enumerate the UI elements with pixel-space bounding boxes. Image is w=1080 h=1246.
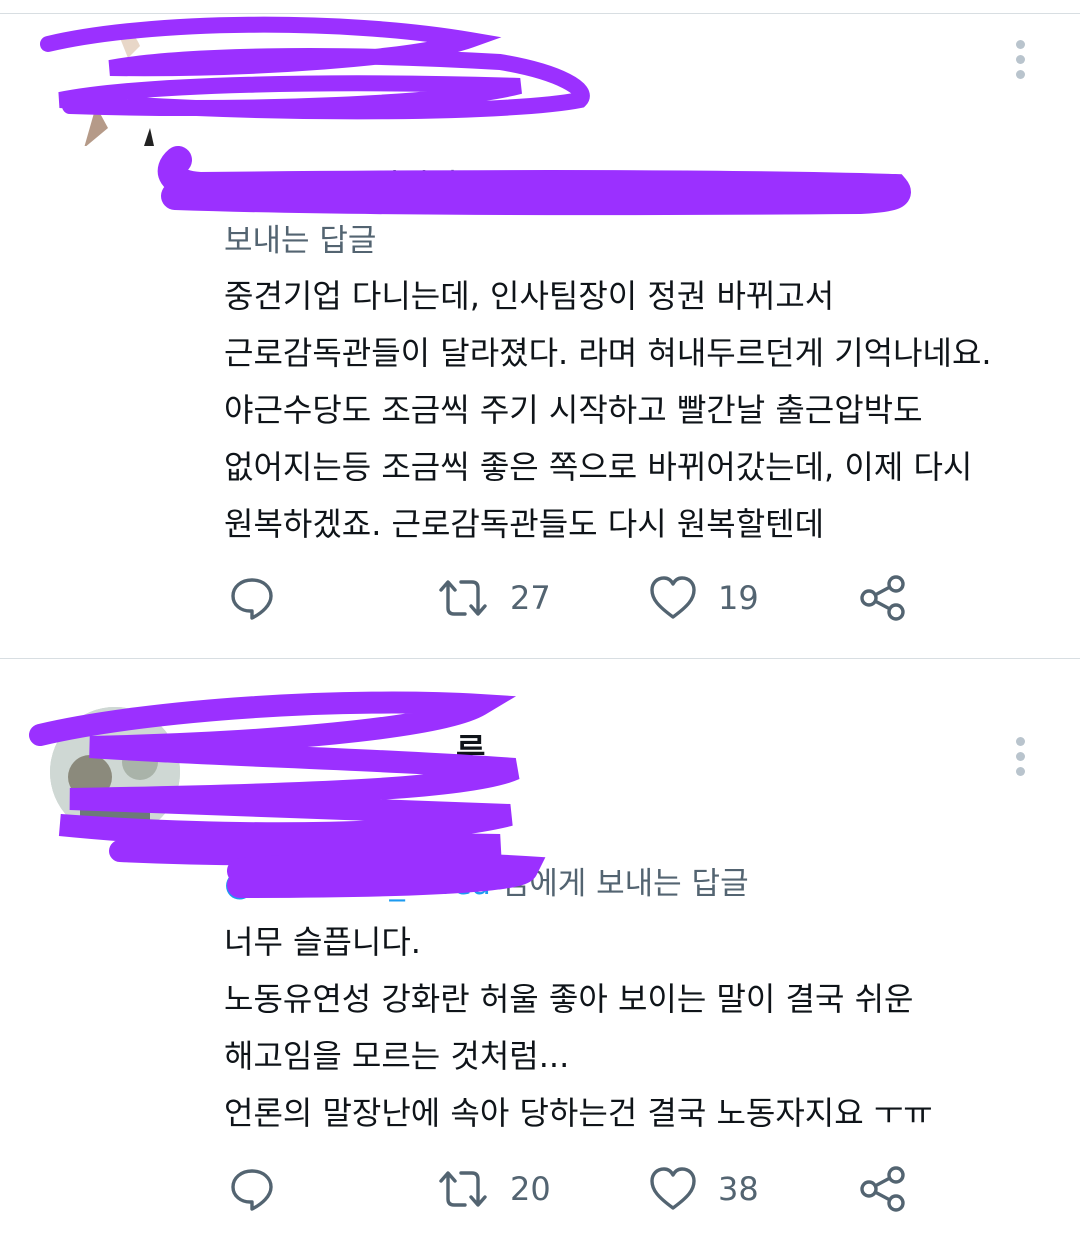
share-icon: [860, 575, 905, 621]
share-icon: [860, 1166, 905, 1212]
tweet-actions: 27 19: [224, 573, 924, 623]
avatar[interactable]: [50, 707, 180, 837]
more-vertical-icon: [1015, 40, 1025, 49]
like-button[interactable]: 19: [648, 573, 759, 623]
retweet-button[interactable]: 27: [436, 573, 551, 623]
tweet-line: 해고임을 모르는 것처럼...: [224, 1037, 570, 1075]
share-button[interactable]: [858, 573, 908, 623]
like-button[interactable]: 38: [648, 1164, 759, 1214]
share-button[interactable]: [858, 1164, 908, 1214]
tweet-text: 너무 슬픕니다. 노동유연성 강화란 허울 좋아 보이는 말이 결국 쉬운 해고…: [224, 914, 933, 1142]
tweet-line: 원복하겠죠. 근로감독관들도 다시 원복할텐데: [224, 505, 825, 543]
replying-to-line2: 보내는 답글: [224, 223, 377, 259]
heart-icon: [650, 1167, 696, 1210]
tweet-line: 근로감독관들이 달라졌다. 라며 혀내두르던게 기억나네요.: [224, 334, 992, 372]
replying-to: @l. ... ne 님에게: [224, 158, 457, 214]
tweet-line: 언론의 말장난에 속아 당하는건 결국 노동자지요 ㅜㅠ: [224, 1094, 933, 1132]
more-options-button[interactable]: [1008, 40, 1032, 84]
tweet-text: 중견기업 다니는데, 인사팀장이 정권 바뀌고서 근로감독관들이 달라졌다. 라…: [224, 268, 992, 553]
reply-button[interactable]: [228, 1164, 276, 1214]
retweet-count: 27: [510, 579, 551, 617]
tweet-actions: 20 38: [224, 1164, 924, 1214]
like-count: 19: [718, 579, 759, 617]
retweet-icon: [439, 1171, 487, 1207]
replying-to: @laborneil_korea 님에게 보내는 답글: [224, 856, 749, 912]
tweet-line: 너무 슬픕니다.: [224, 923, 421, 961]
reply-to-handle[interactable]: @laborneil_korea: [224, 866, 491, 902]
reply-to-suffix: 님에게: [371, 168, 457, 204]
reply-to-handle[interactable]: @l. ... ne: [224, 168, 361, 204]
tweet-line: 없어지는등 조금씩 좋은 쪽으로 바뀌어갔는데, 이제 다시: [224, 448, 973, 486]
reply-to-suffix: 님에게 보내는 답글: [500, 866, 749, 902]
heart-icon: [650, 576, 696, 619]
reply-icon: [231, 578, 273, 620]
tweet-line: 노동유연성 강화란 허울 좋아 보이는 말이 결국 쉬운: [224, 980, 914, 1018]
display-name[interactable]: 루: [456, 725, 485, 771]
retweet-icon: [439, 580, 487, 616]
more-options-button[interactable]: [1008, 737, 1032, 781]
tweet-line: 중견기업 다니는데, 인사팀장이 정권 바뀌고서: [224, 277, 835, 315]
retweet-button[interactable]: 20: [436, 1164, 551, 1214]
tweet-line: 야근수당도 조금씩 주기 시작하고 빨간날 출근압박도: [224, 391, 923, 429]
avatar[interactable]: [78, 28, 170, 146]
reply-tweet-2[interactable]: 루 @laborneil_korea 님에게 보내는 답글 너무 슬픕니다. 노…: [0, 659, 1080, 1246]
reply-tweet-1[interactable]: @l. ... ne 님에게 보내는 답글 중견기업 다니는데, 인사팀장이 정…: [0, 0, 1080, 658]
more-vertical-icon: [1015, 737, 1025, 746]
retweet-count: 20: [510, 1170, 551, 1208]
like-count: 38: [718, 1170, 759, 1208]
reply-button[interactable]: [228, 573, 276, 623]
reply-icon: [231, 1169, 273, 1211]
